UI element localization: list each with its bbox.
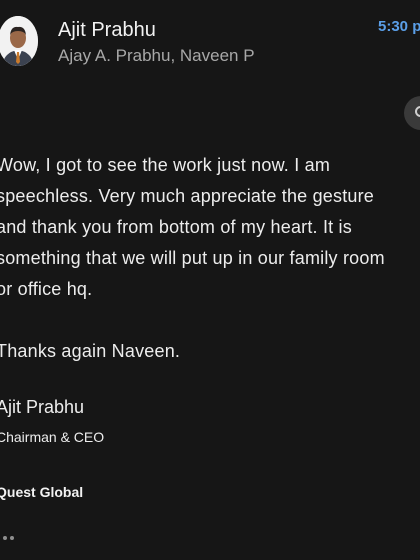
more-options-icon	[415, 106, 420, 117]
message-header: Ajit Prabhu Ajay A. Prabhu, Naveen P 5:3…	[0, 0, 420, 80]
timestamp: 5:30 p	[378, 18, 420, 35]
recipients[interactable]: Ajay A. Prabhu, Naveen P	[58, 46, 255, 66]
expand-quoted-button[interactable]	[0, 534, 16, 544]
message-line: or office hq.	[0, 279, 93, 299]
more-options-button[interactable]	[404, 96, 420, 130]
person-avatar-icon	[0, 16, 38, 66]
signature-name: Ajit Prabhu	[0, 397, 85, 417]
message-body: Wow, I got to see the work just now. I a…	[0, 150, 420, 367]
sender-name: Ajit Prabhu	[58, 19, 156, 41]
signature-title: Chairman & CEO	[0, 429, 105, 445]
message-line: and thank you from bottom of my heart. I…	[0, 217, 352, 237]
message-line: Wow, I got to see the work just now. I a…	[0, 155, 331, 175]
sender-avatar[interactable]	[0, 16, 38, 66]
message-line: speechless. Very much appreciate the ges…	[0, 186, 375, 206]
signature-company: Quest Global	[0, 484, 84, 500]
message-line: something that we will put up in our fam…	[0, 248, 385, 268]
thanks-line: Thanks again Naveen.	[0, 341, 181, 361]
